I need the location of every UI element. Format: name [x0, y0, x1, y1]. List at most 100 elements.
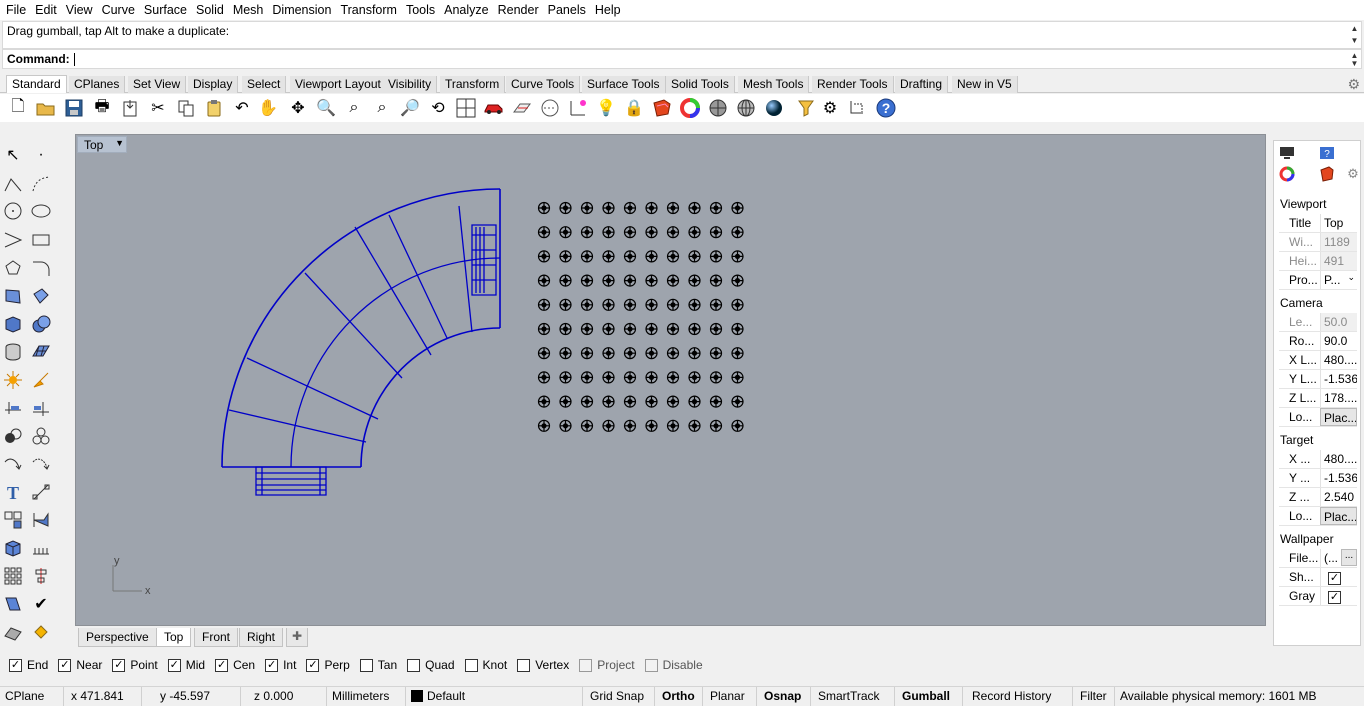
point-marker[interactable]: [731, 419, 744, 432]
align-icon[interactable]: [29, 564, 53, 588]
point-marker[interactable]: [645, 298, 658, 311]
osnap-near[interactable]: ✓ Near: [58, 658, 102, 672]
point-marker[interactable]: [731, 347, 744, 360]
point-marker[interactable]: [537, 371, 551, 384]
osnap-tan[interactable]: Tan: [359, 658, 397, 672]
array-icon[interactable]: [1, 508, 25, 532]
osnap-checkbox[interactable]: ✓: [265, 658, 279, 672]
osnap-checkbox[interactable]: [407, 658, 421, 672]
paste-icon[interactable]: [202, 97, 226, 119]
add-viewport-plus-icon[interactable]: ✚: [286, 628, 309, 647]
point-marker[interactable]: [709, 226, 723, 239]
zoom-dynamic-icon[interactable]: 🔍: [314, 97, 338, 119]
command-line[interactable]: Command: ▲ ▼: [2, 49, 1362, 69]
osnap-checkbox[interactable]: [644, 658, 658, 672]
point-marker[interactable]: [645, 250, 658, 263]
osnap-int[interactable]: ✓ Int: [265, 658, 296, 672]
point-marker[interactable]: [559, 250, 572, 263]
move-icon[interactable]: [1, 452, 25, 476]
tab-drafting[interactable]: Drafting: [895, 76, 949, 93]
viewport-canvas[interactable]: y x: [76, 135, 1266, 626]
prop-z-location-value[interactable]: 178....: [1320, 389, 1357, 407]
osnap-checkbox[interactable]: ✓: [9, 658, 22, 672]
tab-render-tools[interactable]: Render Tools: [812, 76, 894, 93]
point-marker[interactable]: [666, 226, 680, 239]
cmd-scroll-down-icon[interactable]: ▼: [1349, 59, 1360, 69]
color-wheel-panel-icon[interactable]: [1276, 165, 1298, 183]
osnap-checkbox[interactable]: [517, 658, 531, 672]
scale-icon[interactable]: [29, 508, 53, 532]
menu-file[interactable]: File: [6, 3, 32, 17]
point-marker[interactable]: [559, 201, 572, 215]
point-marker[interactable]: [688, 371, 701, 384]
point-marker[interactable]: [602, 322, 615, 336]
lock-icon[interactable]: 🔒: [622, 97, 646, 119]
point-marker[interactable]: [602, 250, 615, 263]
top-viewport[interactable]: y x Top ▼: [75, 134, 1266, 626]
point-marker[interactable]: [731, 298, 744, 311]
point-marker[interactable]: [709, 274, 723, 287]
tab-transform[interactable]: Transform: [440, 76, 506, 93]
point-marker[interactable]: [709, 347, 723, 360]
tab-mesh-tools[interactable]: Mesh Tools: [738, 76, 810, 93]
point-marker[interactable]: [688, 274, 701, 287]
prop-title-value[interactable]: Top: [1320, 214, 1357, 232]
point-marker[interactable]: [602, 201, 615, 215]
menu-panels[interactable]: Panels: [548, 3, 592, 17]
prop-x-location-value[interactable]: 480....: [1320, 351, 1357, 369]
menu-dimension[interactable]: Dimension: [272, 3, 337, 17]
tab-select[interactable]: Select: [242, 76, 287, 93]
osnap-checkbox[interactable]: ✓: [112, 658, 126, 672]
rendered-sphere-icon[interactable]: [734, 97, 758, 119]
ellipse-icon[interactable]: [29, 199, 53, 223]
named-views-icon[interactable]: [482, 97, 506, 119]
point-marker[interactable]: [580, 371, 594, 384]
point-marker[interactable]: [623, 298, 637, 311]
point-marker[interactable]: [537, 226, 551, 239]
point-marker[interactable]: [580, 250, 594, 263]
material-icon[interactable]: [650, 97, 674, 119]
explode-icon[interactable]: [1, 368, 25, 392]
point-marker[interactable]: [731, 274, 744, 287]
point-marker[interactable]: [559, 395, 572, 408]
sphere-union-icon[interactable]: [29, 312, 53, 336]
help-panel-icon[interactable]: ?: [1316, 144, 1338, 162]
status-grid-snap[interactable]: Grid Snap: [585, 687, 655, 706]
osnap-checkbox[interactable]: [464, 658, 478, 672]
prop-target-x-value[interactable]: 480....: [1320, 450, 1357, 468]
point-marker[interactable]: [559, 347, 572, 360]
ungroup-icon[interactable]: [29, 424, 53, 448]
point-marker[interactable]: [580, 298, 594, 311]
mesh-plane-icon[interactable]: [29, 340, 53, 364]
point-marker[interactable]: [602, 274, 615, 287]
help-icon[interactable]: ?: [874, 97, 898, 119]
paint-bucket-icon[interactable]: [29, 620, 53, 644]
point-marker[interactable]: [559, 419, 572, 432]
point-marker[interactable]: [731, 250, 744, 263]
point-marker[interactable]: [537, 347, 551, 360]
point-marker[interactable]: [709, 298, 723, 311]
patch-surface-icon[interactable]: [29, 284, 53, 308]
point-marker[interactable]: [559, 371, 572, 384]
point-marker[interactable]: [580, 274, 594, 287]
menu-edit[interactable]: Edit: [35, 3, 63, 17]
point-marker[interactable]: [623, 395, 637, 408]
point-marker[interactable]: [709, 250, 723, 263]
cplane-icon[interactable]: [510, 97, 534, 119]
prop-y-location-value[interactable]: -1.536: [1320, 370, 1357, 388]
prop-rotation-value[interactable]: 90.0: [1320, 332, 1357, 350]
viewport-layout-icon[interactable]: [454, 97, 478, 119]
status-cplane[interactable]: CPlane: [0, 687, 64, 706]
viewport-menu-arrow-icon[interactable]: ▼: [115, 138, 124, 148]
tab-display[interactable]: Display: [188, 76, 239, 93]
osnap-cen[interactable]: ✓ Cen: [215, 658, 255, 672]
rectangle-icon[interactable]: [29, 228, 53, 252]
point-marker[interactable]: [537, 201, 551, 215]
point-marker[interactable]: [709, 371, 723, 384]
point-marker[interactable]: [537, 322, 551, 336]
tab-options-gear-icon[interactable]: ⚙: [1347, 76, 1360, 93]
light-icon[interactable]: 💡: [594, 97, 618, 119]
point-marker[interactable]: [580, 322, 594, 336]
vp-tab-right[interactable]: Right: [239, 628, 284, 647]
point-array-icon[interactable]: [29, 536, 53, 560]
